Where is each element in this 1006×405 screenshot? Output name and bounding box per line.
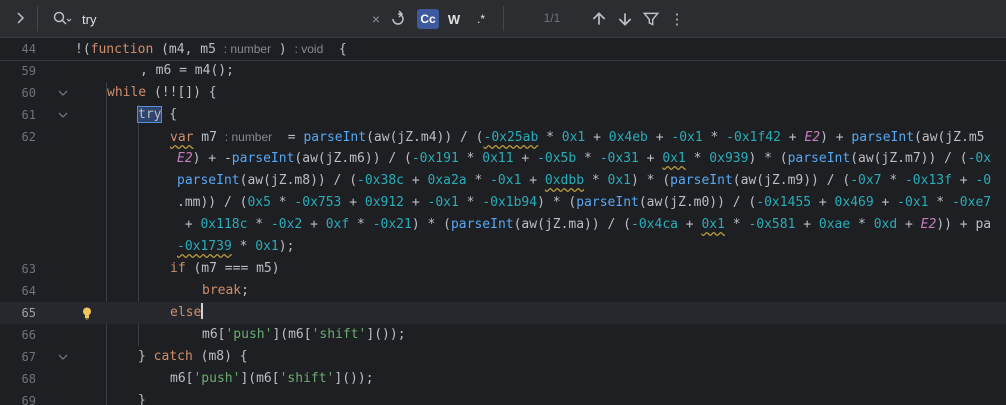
arrow-down-icon[interactable]: [616, 9, 634, 29]
more-icon[interactable]: ⋮: [668, 9, 686, 29]
filter-icon[interactable]: [642, 9, 660, 29]
search-input[interactable]: [82, 9, 362, 29]
code-editor[interactable]: 59 , m6 = m4(); 60 while (!![]) { 61 try…: [0, 60, 1006, 405]
code-line-62-wrap[interactable]: E2) + -parseInt(aw(jZ.m6)) / (-0x191 * 0…: [0, 148, 1006, 170]
code-line-60[interactable]: 60 while (!![]) {: [0, 82, 1006, 104]
divider: [503, 6, 504, 31]
code-line-62[interactable]: 62 var m7 : number = parseInt(aw(jZ.m4))…: [0, 126, 1006, 148]
clear-icon[interactable]: ×: [368, 9, 384, 29]
code-line-69[interactable]: 69 }: [0, 390, 1006, 405]
code-line[interactable]: !(function (m4, m5 : number ) : void {: [75, 38, 347, 61]
whole-words-button[interactable]: W: [444, 9, 464, 29]
chevron-right-icon[interactable]: [12, 10, 28, 26]
line-number: 62: [21, 130, 36, 144]
code-line-61[interactable]: 61 try {: [0, 104, 1006, 126]
line-number: 60: [21, 86, 36, 100]
line-number: 61: [21, 108, 36, 122]
fold-chevron-icon[interactable]: [58, 352, 68, 362]
code-line-62-wrap[interactable]: -0x1739 * 0x1);: [0, 236, 1006, 258]
fold-chevron-icon[interactable]: [58, 88, 68, 98]
code-line-62-wrap[interactable]: .mm)) / (0x5 * -0x753 + 0x912 + -0x1 * -…: [0, 192, 1006, 214]
regex-button[interactable]: .*: [470, 9, 492, 29]
text-caret: [201, 303, 204, 319]
line-number: 65: [21, 306, 36, 320]
match-case-button[interactable]: Cc: [417, 9, 439, 29]
code-line-59[interactable]: 59 , m6 = m4();: [0, 60, 1006, 82]
code-line-68[interactable]: 68 m6['push'](m6['shift']());: [0, 368, 1006, 390]
arrow-up-icon[interactable]: [590, 9, 608, 29]
line-number: 59: [21, 64, 36, 78]
line-number: 68: [21, 372, 36, 386]
code-line-62-wrap[interactable]: parseInt(aw(jZ.m8)) / (-0x38c + 0xa2a * …: [0, 170, 1006, 192]
sticky-scope-line[interactable]: 44 !(function (m4, m5 : number ) : void …: [0, 38, 1006, 61]
line-number: 69: [21, 394, 36, 405]
line-number: 67: [21, 350, 36, 364]
line-number: 66: [21, 328, 36, 342]
fold-chevron-icon[interactable]: [58, 110, 68, 120]
line-number: 44: [21, 42, 36, 56]
replace-toggle-icon[interactable]: [388, 9, 408, 29]
match-count: 1/1: [543, 11, 561, 25]
code-line-66[interactable]: 66 m6['push'](m6['shift']());: [0, 324, 1006, 346]
code-line-64[interactable]: 64 break;: [0, 280, 1006, 302]
code-line-67[interactable]: 67 } catch (m8) {: [0, 346, 1006, 368]
search-match: try: [136, 106, 163, 123]
line-number: 63: [21, 262, 36, 276]
divider: [37, 6, 38, 31]
search-history-icon[interactable]: [52, 10, 72, 26]
code-line-65[interactable]: 65 else: [0, 302, 1006, 324]
find-bar: × Cc W .* 1/1 ⋮: [0, 0, 1006, 38]
code-line-63[interactable]: 63 if (m7 === m5): [0, 258, 1006, 280]
lightbulb-icon[interactable]: [80, 306, 94, 320]
code-line-62-wrap[interactable]: + 0x118c * -0x2 + 0xf * -0x21) * (parseI…: [0, 214, 1006, 236]
line-number: 64: [21, 284, 36, 298]
